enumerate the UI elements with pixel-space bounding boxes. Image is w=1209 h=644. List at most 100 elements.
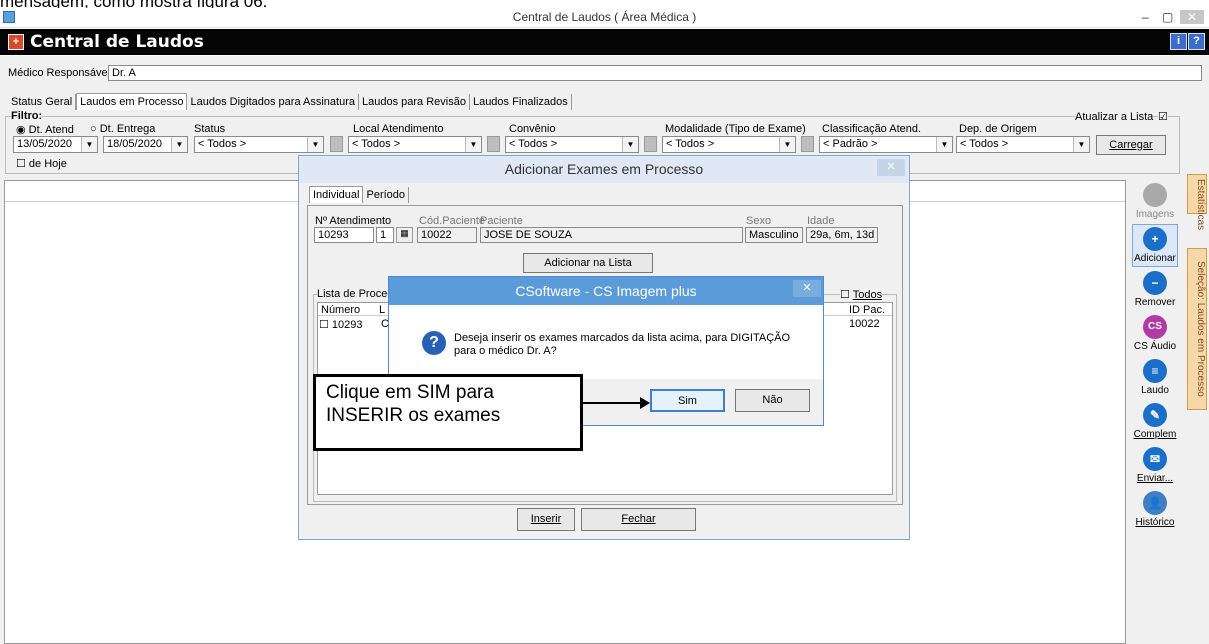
fechar-button[interactable]: Fechar [581,508,696,531]
cod-paciente-field: 10022 [417,227,477,243]
radio-dt-atend[interactable]: ◉ Dt. Atend [16,123,74,136]
callout-arrow [582,397,650,409]
tab-laudos-finalizados[interactable]: Laudos Finalizados [470,94,572,110]
selecao-tab[interactable]: Seleção: Laudos em Processo [1187,248,1207,410]
classificacao-combo[interactable]: < Padrão > ▼ [819,136,953,153]
imagens-button[interactable]: Imagens [1132,183,1178,220]
app-title: Central de Laudos [30,32,204,52]
convenio-filter-icon[interactable] [644,136,657,152]
chevron-down-icon: ▼ [465,137,481,152]
atendimento-seq-field[interactable]: 1 [376,227,394,243]
carregar-button[interactable]: Carregar [1096,135,1166,155]
atendimento-field[interactable]: 10293 [314,227,374,243]
row-checkbox[interactable]: ☐ 10293 [319,318,363,331]
mail-icon: ✉ [1143,447,1167,471]
add-dialog-close-button[interactable]: ✕ [877,159,905,176]
convenio-label: Convênio [509,123,556,135]
info-button[interactable]: i [1170,33,1187,50]
restore-button[interactable]: ▢ [1162,10,1173,24]
estatisticas-tab[interactable]: Estatísticas [1187,174,1207,230]
nao-button[interactable]: Não [735,389,810,412]
medico-field[interactable]: Dr. A [108,65,1202,81]
atualizar-checkbox[interactable]: ☑ [1158,110,1168,123]
medico-label: Médico Responsável: [8,67,114,79]
dep-label: Dep. de Origem [959,123,1037,135]
idade-field: 29a, 6m, 13d [806,227,878,243]
adicionar-button[interactable]: + Adicionar [1132,224,1178,267]
inserir-button[interactable]: Inserir [517,508,575,531]
modalidade-filter-icon[interactable] [801,136,814,152]
confirm-title: CSoftware - CS Imagem plus [389,277,823,305]
status-filter-icon[interactable] [330,136,343,152]
close-button[interactable]: ✕ [1180,10,1204,24]
chevron-down-icon: ▼ [779,137,795,152]
chevron-down-icon: ▼ [307,137,323,152]
date-to-picker[interactable]: 18/05/2020 ▼ [103,136,188,153]
window-title: Central de Laudos ( Área Médica ) [512,10,697,24]
cs-audio-icon: CS [1143,315,1167,339]
cs-audio-button[interactable]: CS CS Áudio [1132,315,1178,352]
tab-laudos-revisao[interactable]: Laudos para Revisão [359,94,470,110]
chevron-down-icon: ▼ [1073,137,1089,152]
tab-laudos-em-processo[interactable]: Laudos em Processo [76,93,188,110]
add-dialog-tabs: Individual Período [309,186,410,203]
paciente-label: Paciente [480,215,523,227]
classificacao-label: Classificação Atend. [822,123,922,135]
minimize-button[interactable]: – [1142,10,1149,24]
idade-label: Idade [807,215,835,227]
help-button[interactable]: ? [1188,33,1205,50]
app-logo-icon: + [8,34,24,50]
minus-icon: − [1143,271,1167,295]
app-header: + Central de Laudos i ? [0,29,1209,55]
row-id-pac: 10022 [849,318,880,330]
paciente-field: JOSE DE SOUZA [480,227,743,243]
complement-icon: ✎ [1143,403,1167,427]
remover-button[interactable]: − Remover [1132,271,1178,308]
radio-dt-entrega[interactable]: ○ Dt. Entrega [90,123,155,135]
complem-button[interactable]: ✎ Complem [1132,403,1178,440]
add-exams-title: Adicionar Exames em Processo [299,156,909,183]
atualizar-label: Atualizar a Lista [1075,111,1154,123]
sim-button[interactable]: Sim [650,389,725,412]
modalidade-combo[interactable]: < Todos > ▼ [662,136,796,153]
enviar-button[interactable]: ✉ Enviar... [1132,447,1178,484]
window-titlebar: Central de Laudos ( Área Médica ) – ▢ ✕ [0,8,1209,28]
de-hoje-checkbox[interactable]: ☐ de Hoje [16,157,67,170]
sexo-label: Sexo [746,215,772,227]
adicionar-na-lista-button[interactable]: Adicionar na Lista [523,253,653,273]
callout-box: Clique em SIM para INSERIR os exames [313,374,583,451]
tab-periodo[interactable]: Período [363,187,410,203]
confirm-close-button[interactable]: ✕ [793,280,821,297]
chevron-down-icon: ▼ [622,137,638,152]
chevron-down-icon: ▼ [81,137,97,152]
chevron-down-icon: ▼ [171,137,187,152]
todos-checkbox[interactable]: ☐ Todos [840,288,883,301]
col-id-pac: ID Pac. [849,304,886,316]
local-filter-icon[interactable] [487,136,500,152]
binoculars-icon[interactable]: ▦ [396,227,413,243]
plus-icon: + [1143,227,1167,251]
laudo-button[interactable]: ≡ Laudo [1132,359,1178,396]
tab-individual[interactable]: Individual [309,186,364,203]
date-from-picker[interactable]: 13/05/2020 ▼ [13,136,98,153]
dep-combo[interactable]: < Todos > ▼ [956,136,1090,153]
tab-status-geral[interactable]: Status Geral [8,94,77,110]
atendimento-label: Nº Atendimento [315,215,392,227]
tab-bar: Status Geral Laudos em Processo Laudos Dig… [8,93,572,110]
sexo-field: Masculino [745,227,803,243]
local-label: Local Atendimento [353,123,444,135]
filtro-label: Filtro: [11,110,43,122]
col-numero: Número [321,304,361,316]
tab-laudos-digitados[interactable]: Laudos Digitados para Assinatura [187,94,359,110]
document-icon: ≡ [1143,359,1167,383]
modalidade-label: Modalidade (Tipo de Exame) [665,123,806,135]
question-icon: ? [422,331,446,355]
cod-paciente-label: Cód.Paciente [419,215,486,227]
confirm-message: Deseja inserir os exames marcados da lis… [454,332,791,357]
col-l: L [379,304,386,316]
status-combo[interactable]: < Todos > ▼ [194,136,324,153]
convenio-combo[interactable]: < Todos > ▼ [505,136,639,153]
local-combo[interactable]: < Todos > ▼ [348,136,482,153]
historico-button[interactable]: 👤 Histórico [1132,491,1178,528]
status-label: Status [194,123,226,135]
